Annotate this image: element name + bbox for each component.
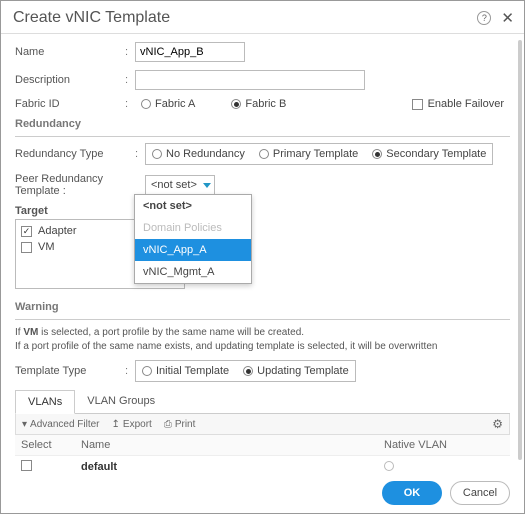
divider xyxy=(15,136,510,137)
target-vm-label: VM xyxy=(38,241,55,253)
primary-template-radio[interactable]: Primary Template xyxy=(259,148,358,160)
description-label: Description xyxy=(15,74,125,86)
no-redundancy-radio[interactable]: No Redundancy xyxy=(152,148,245,160)
target-adapter-label: Adapter xyxy=(38,225,77,237)
vlan-tabs: VLANs VLAN Groups xyxy=(15,390,510,414)
close-icon[interactable]: ✕ xyxy=(501,9,514,27)
name-input[interactable] xyxy=(135,42,245,62)
ok-button[interactable]: OK xyxy=(382,481,442,505)
warning-header: Warning xyxy=(15,301,510,313)
col-name: Name xyxy=(81,439,384,451)
help-icon[interactable]: ? xyxy=(477,11,491,25)
export-button[interactable]: ↥Export xyxy=(112,419,152,430)
target-adapter-checkbox[interactable] xyxy=(21,226,32,237)
print-icon: ⎙ xyxy=(164,419,172,430)
fabric-b-label: Fabric B xyxy=(245,98,286,110)
dialog-title: Create vNIC Template xyxy=(13,9,477,27)
fabric-a-label: Fabric A xyxy=(155,98,195,110)
initial-template-radio[interactable]: Initial Template xyxy=(142,365,229,377)
cancel-button[interactable]: Cancel xyxy=(450,481,510,505)
template-type-group: Initial Template Updating Template xyxy=(135,360,356,382)
updating-template-radio[interactable]: Updating Template xyxy=(243,365,349,377)
dialog-content: Name : Description : Fabric ID : Fabric … xyxy=(1,34,524,473)
tab-vlans[interactable]: VLANs xyxy=(15,390,75,414)
divider xyxy=(15,319,510,320)
filter-icon: ▾ xyxy=(22,419,27,430)
description-input[interactable] xyxy=(135,70,365,90)
peer-redundancy-label: Peer Redundancy Template : xyxy=(15,173,145,197)
row-select-checkbox[interactable] xyxy=(21,460,32,471)
fabric-b-radio[interactable]: Fabric B xyxy=(231,98,286,110)
redundancy-type-label: Redundancy Type xyxy=(15,148,135,160)
native-vlan-radio[interactable] xyxy=(384,461,394,471)
chevron-down-icon xyxy=(203,183,211,188)
vlan-table-header: Select Name Native VLAN xyxy=(15,435,510,456)
vlan-toolbar: ▾Advanced Filter ↥Export ⎙Print ⚙ xyxy=(15,414,510,435)
dropdown-option-vnic-mgmt-a[interactable]: vNIC_Mgmt_A xyxy=(135,261,251,283)
target-vm-checkbox[interactable] xyxy=(21,242,32,253)
col-select: Select xyxy=(21,439,81,451)
tab-vlan-groups[interactable]: VLAN Groups xyxy=(75,390,167,413)
row-name: default xyxy=(81,461,384,473)
table-row[interactable]: default xyxy=(15,456,510,473)
secondary-template-radio[interactable]: Secondary Template xyxy=(372,148,486,160)
peer-redundancy-combo[interactable]: <not set> xyxy=(145,175,215,195)
target-header: Target xyxy=(15,205,510,217)
enable-failover-checkbox[interactable]: Enable Failover xyxy=(412,98,504,110)
peer-redundancy-dropdown: <not set> Domain Policies vNIC_App_A vNI… xyxy=(134,194,252,284)
col-native: Native VLAN xyxy=(384,439,504,451)
fabric-a-radio[interactable]: Fabric A xyxy=(141,98,195,110)
create-vnic-template-dialog: Create vNIC Template ? ✕ Name : Descript… xyxy=(0,0,525,514)
warning-text: If VM is selected, a port profile by the… xyxy=(15,326,510,354)
gear-icon[interactable]: ⚙ xyxy=(492,417,503,431)
scrollbar[interactable] xyxy=(518,40,522,460)
dropdown-option-domain-policies: Domain Policies xyxy=(135,217,251,239)
peer-redundancy-value: <not set> xyxy=(151,179,197,191)
export-icon: ↥ xyxy=(112,419,120,430)
fabric-id-label: Fabric ID xyxy=(15,98,125,110)
dropdown-option-notset[interactable]: <not set> xyxy=(135,195,251,217)
dropdown-option-vnic-app-a[interactable]: vNIC_App_A xyxy=(135,239,251,261)
template-type-label: Template Type xyxy=(15,365,125,377)
redundancy-header: Redundancy xyxy=(15,118,510,130)
redundancy-type-group: No Redundancy Primary Template Secondary… xyxy=(145,143,493,165)
enable-failover-label: Enable Failover xyxy=(428,98,504,110)
dialog-header: Create vNIC Template ? ✕ xyxy=(1,1,524,34)
dialog-footer: OK Cancel xyxy=(1,473,524,513)
name-label: Name xyxy=(15,46,125,58)
print-button[interactable]: ⎙Print xyxy=(164,419,196,430)
advanced-filter-button[interactable]: ▾Advanced Filter xyxy=(22,419,100,430)
